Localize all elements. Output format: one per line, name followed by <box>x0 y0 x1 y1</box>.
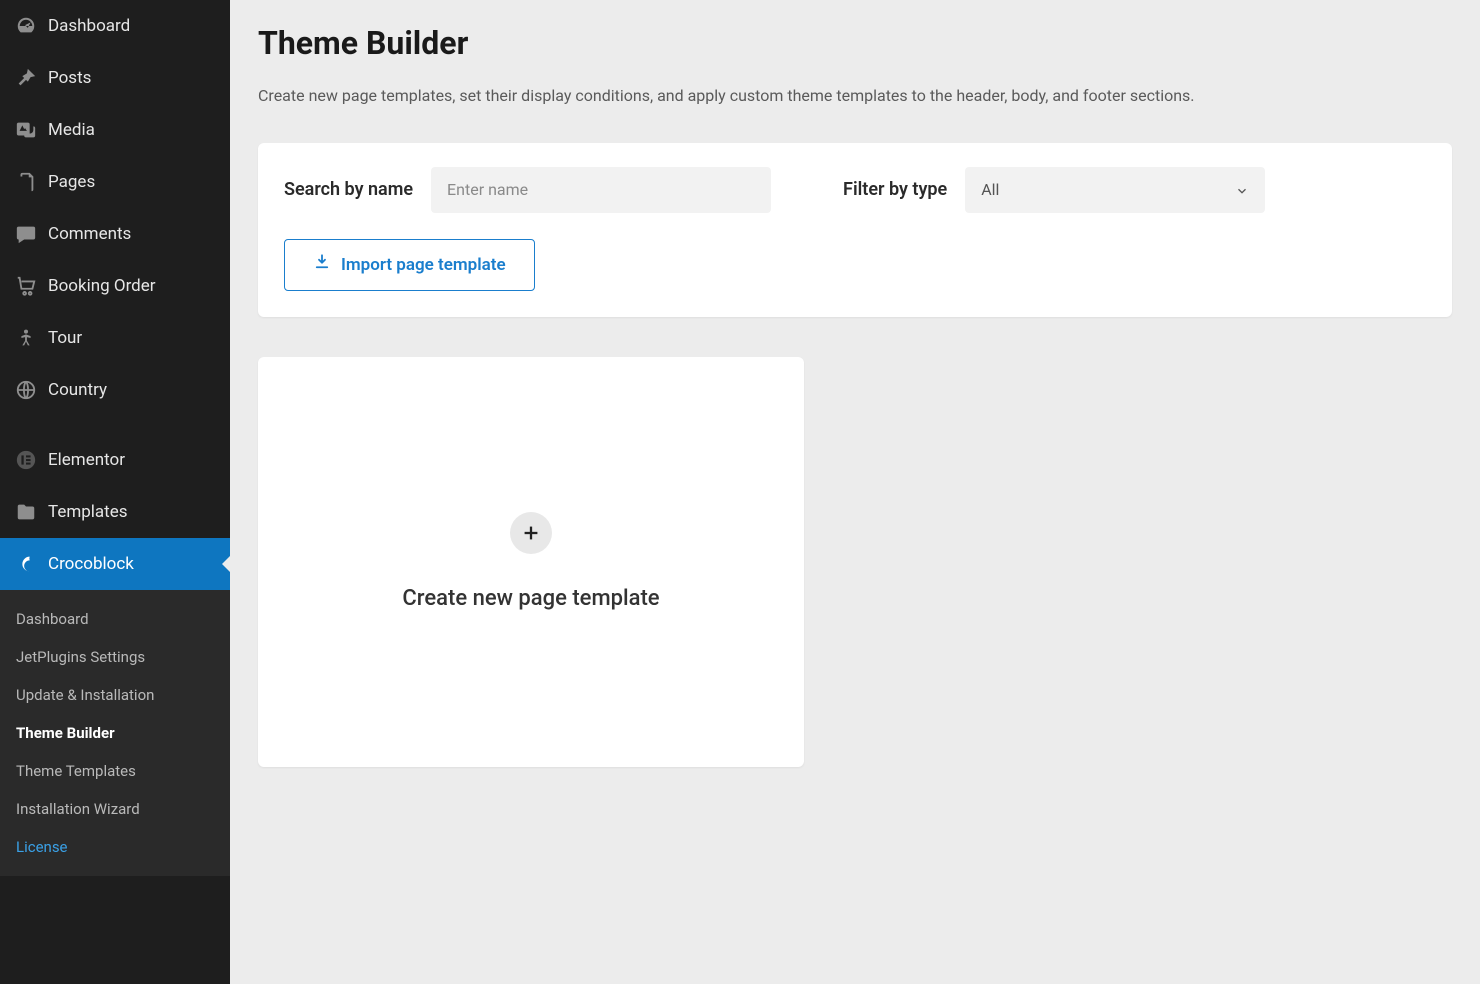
sidebar-item-pages[interactable]: Pages <box>0 156 230 208</box>
sidebar-item-label: Comments <box>48 224 131 244</box>
sidebar-item-country[interactable]: Country <box>0 364 230 416</box>
person-icon <box>14 326 38 350</box>
sidebar-item-label: Booking Order <box>48 276 156 296</box>
page-title: Theme Builder <box>258 24 1452 62</box>
download-icon <box>313 253 331 276</box>
chat-icon <box>14 222 38 246</box>
admin-sidebar: Dashboard Posts Media Pages Comments Boo… <box>0 0 230 984</box>
sidebar-item-label: Posts <box>48 68 91 88</box>
sidebar-item-media[interactable]: Media <box>0 104 230 156</box>
crocoblock-submenu: Dashboard JetPlugins Settings Update & I… <box>0 590 230 876</box>
sidebar-item-tour[interactable]: Tour <box>0 312 230 364</box>
submenu-item-license[interactable]: License <box>0 828 230 866</box>
search-label: Search by name <box>284 179 413 200</box>
templates-grid: Create new page template <box>258 357 1452 767</box>
search-input[interactable] <box>431 167 771 213</box>
sidebar-item-posts[interactable]: Posts <box>0 52 230 104</box>
folder-icon <box>14 500 38 524</box>
submenu-item-jetplugins[interactable]: JetPlugins Settings <box>0 638 230 676</box>
media-icon <box>14 118 38 142</box>
sidebar-item-label: Dashboard <box>48 16 130 36</box>
plus-icon <box>510 512 552 554</box>
create-card-label: Create new page template <box>402 586 659 611</box>
gauge-icon <box>14 14 38 38</box>
page-description: Create new page templates, set their dis… <box>258 84 1278 109</box>
sidebar-item-dashboard[interactable]: Dashboard <box>0 0 230 52</box>
crocoblock-icon <box>14 552 38 576</box>
submenu-item-install-wizard[interactable]: Installation Wizard <box>0 790 230 828</box>
create-new-page-template-card[interactable]: Create new page template <box>258 357 804 767</box>
submenu-item-dashboard[interactable]: Dashboard <box>0 600 230 638</box>
import-page-template-button[interactable]: Import page template <box>284 239 535 291</box>
submenu-item-update[interactable]: Update & Installation <box>0 676 230 714</box>
search-group: Search by name <box>284 167 771 213</box>
type-select-value: All <box>981 180 999 199</box>
page-icon <box>14 170 38 194</box>
sidebar-item-label: Elementor <box>48 450 125 470</box>
globe-icon <box>14 378 38 402</box>
sidebar-item-label: Templates <box>48 502 128 522</box>
filter-panel: Search by name Filter by type All Import… <box>258 143 1452 317</box>
sidebar-item-label: Pages <box>48 172 95 192</box>
sidebar-item-label: Media <box>48 120 95 140</box>
main-content: Theme Builder Create new page templates,… <box>230 0 1480 984</box>
sidebar-item-elementor[interactable]: Elementor <box>0 434 230 486</box>
type-filter-group: Filter by type All <box>843 167 1265 213</box>
elementor-icon <box>14 448 38 472</box>
submenu-item-theme-templates[interactable]: Theme Templates <box>0 752 230 790</box>
sidebar-item-label: Tour <box>48 328 82 348</box>
chevron-down-icon <box>1235 183 1249 197</box>
import-button-label: Import page template <box>341 255 506 275</box>
type-label: Filter by type <box>843 179 947 200</box>
sidebar-item-label: Country <box>48 380 107 400</box>
type-select[interactable]: All <box>965 167 1265 213</box>
sidebar-item-templates[interactable]: Templates <box>0 486 230 538</box>
pin-icon <box>14 66 38 90</box>
sidebar-item-booking-order[interactable]: Booking Order <box>0 260 230 312</box>
submenu-item-theme-builder[interactable]: Theme Builder <box>0 714 230 752</box>
cart-icon <box>14 274 38 298</box>
sidebar-item-crocoblock[interactable]: Crocoblock <box>0 538 230 590</box>
sidebar-item-label: Crocoblock <box>48 554 134 574</box>
sidebar-item-comments[interactable]: Comments <box>0 208 230 260</box>
